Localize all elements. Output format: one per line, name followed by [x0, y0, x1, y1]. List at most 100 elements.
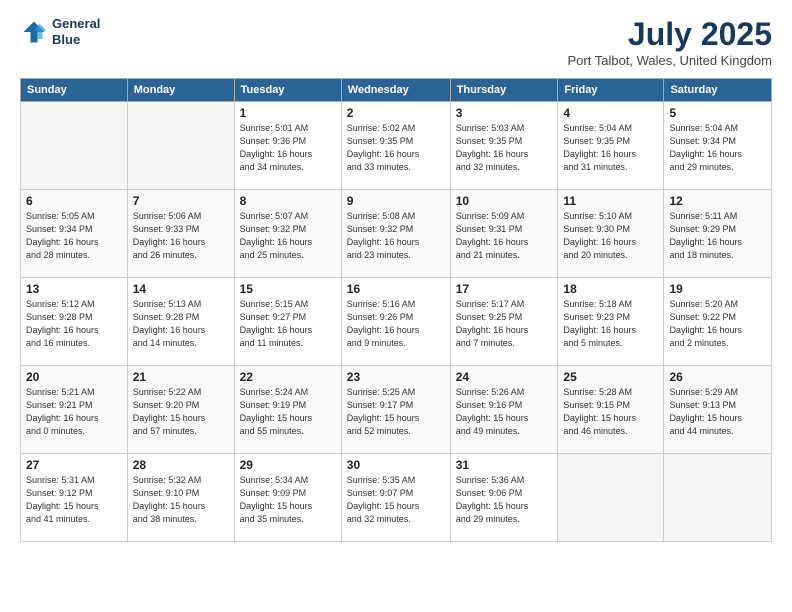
day-info: Sunrise: 5:11 AM Sunset: 9:29 PM Dayligh…	[669, 210, 766, 262]
logo-icon	[20, 18, 48, 46]
day-number: 23	[347, 370, 445, 384]
weekday-header: Thursday	[450, 79, 558, 102]
day-info: Sunrise: 5:08 AM Sunset: 9:32 PM Dayligh…	[347, 210, 445, 262]
calendar-cell: 18 Sunrise: 5:18 AM Sunset: 9:23 PM Dayli…	[558, 278, 664, 366]
weekday-header: Tuesday	[234, 79, 341, 102]
calendar-cell: 15Sunrise: 5:15 AM Sunset: 9:27 PM Dayli…	[234, 278, 341, 366]
day-info: Sunrise: 5:10 AM Sunset: 9:30 PM Dayligh…	[563, 210, 658, 262]
day-number: 19	[669, 282, 766, 296]
calendar-cell: 19 Sunrise: 5:20 AM Sunset: 9:22 PM Dayli…	[664, 278, 772, 366]
day-info: Sunrise: 5:03 AM Sunset: 9:35 PM Dayligh…	[456, 122, 553, 174]
day-info: Sunrise: 5:18 AM Sunset: 9:23 PM Dayligh…	[563, 298, 658, 350]
day-number: 24	[456, 370, 553, 384]
day-info: Sunrise: 5:06 AM Sunset: 9:33 PM Dayligh…	[133, 210, 229, 262]
calendar-cell: 26Sunrise: 5:29 AM Sunset: 9:13 PM Dayli…	[664, 366, 772, 454]
day-info: Sunrise: 5:13 AM Sunset: 9:28 PM Dayligh…	[133, 298, 229, 350]
calendar-cell: 20 Sunrise: 5:21 AM Sunset: 9:21 PM Dayli…	[21, 366, 128, 454]
day-info: Sunrise: 5:28 AM Sunset: 9:15 PM Dayligh…	[563, 386, 658, 438]
calendar-cell: 7Sunrise: 5:06 AM Sunset: 9:33 PM Daylig…	[127, 190, 234, 278]
location: Port Talbot, Wales, United Kingdom	[568, 53, 773, 68]
day-info: Sunrise: 5:24 AM Sunset: 9:19 PM Dayligh…	[240, 386, 336, 438]
calendar-cell: 11 Sunrise: 5:10 AM Sunset: 9:30 PM Dayli…	[558, 190, 664, 278]
calendar-cell: 4 Sunrise: 5:04 AM Sunset: 9:35 PM Daylig…	[558, 102, 664, 190]
day-info: Sunrise: 5:21 AM Sunset: 9:21 PM Dayligh…	[26, 386, 122, 438]
weekday-header: Wednesday	[341, 79, 450, 102]
title-block: July 2025 Port Talbot, Wales, United Kin…	[568, 16, 773, 68]
logo-text: General Blue	[52, 16, 100, 47]
day-number: 25	[563, 370, 658, 384]
day-info: Sunrise: 5:20 AM Sunset: 9:22 PM Dayligh…	[669, 298, 766, 350]
day-info: Sunrise: 5:16 AM Sunset: 9:26 PM Dayligh…	[347, 298, 445, 350]
day-info: Sunrise: 5:26 AM Sunset: 9:16 PM Dayligh…	[456, 386, 553, 438]
calendar-week-row: 6 Sunrise: 5:05 AM Sunset: 9:34 PM Daylig…	[21, 190, 772, 278]
day-info: Sunrise: 5:29 AM Sunset: 9:13 PM Dayligh…	[669, 386, 766, 438]
day-number: 11	[563, 194, 658, 208]
calendar-cell: 12 Sunrise: 5:11 AM Sunset: 9:29 PM Dayli…	[664, 190, 772, 278]
day-info: Sunrise: 5:04 AM Sunset: 9:34 PM Dayligh…	[669, 122, 766, 174]
weekday-header: Saturday	[664, 79, 772, 102]
day-number: 8	[240, 194, 336, 208]
day-number: 20	[26, 370, 122, 384]
calendar-cell: 31Sunrise: 5:36 AM Sunset: 9:06 PM Dayli…	[450, 454, 558, 542]
calendar-cell: 30 Sunrise: 5:35 AM Sunset: 9:07 PM Dayli…	[341, 454, 450, 542]
day-info: Sunrise: 5:35 AM Sunset: 9:07 PM Dayligh…	[347, 474, 445, 526]
day-number: 2	[347, 106, 445, 120]
calendar-week-row: 20 Sunrise: 5:21 AM Sunset: 9:21 PM Dayli…	[21, 366, 772, 454]
day-number: 12	[669, 194, 766, 208]
day-number: 28	[133, 458, 229, 472]
month-title: July 2025	[568, 16, 773, 53]
calendar-cell: 21 Sunrise: 5:22 AM Sunset: 9:20 PM Dayli…	[127, 366, 234, 454]
day-number: 18	[563, 282, 658, 296]
day-info: Sunrise: 5:01 AM Sunset: 9:36 PM Dayligh…	[240, 122, 336, 174]
day-number: 13	[26, 282, 122, 296]
day-info: Sunrise: 5:17 AM Sunset: 9:25 PM Dayligh…	[456, 298, 553, 350]
day-number: 5	[669, 106, 766, 120]
calendar-cell	[21, 102, 128, 190]
day-number: 3	[456, 106, 553, 120]
calendar-cell: 24 Sunrise: 5:26 AM Sunset: 9:16 PM Dayli…	[450, 366, 558, 454]
calendar-cell: 22 Sunrise: 5:24 AM Sunset: 9:19 PM Dayli…	[234, 366, 341, 454]
calendar-cell: 17 Sunrise: 5:17 AM Sunset: 9:25 PM Dayli…	[450, 278, 558, 366]
calendar-cell: 23 Sunrise: 5:25 AM Sunset: 9:17 PM Dayli…	[341, 366, 450, 454]
day-number: 17	[456, 282, 553, 296]
day-info: Sunrise: 5:32 AM Sunset: 9:10 PM Dayligh…	[133, 474, 229, 526]
calendar-cell	[127, 102, 234, 190]
weekday-header: Friday	[558, 79, 664, 102]
calendar-cell	[664, 454, 772, 542]
calendar-cell: 28 Sunrise: 5:32 AM Sunset: 9:10 PM Dayli…	[127, 454, 234, 542]
calendar-week-row: 27Sunrise: 5:31 AM Sunset: 9:12 PM Dayli…	[21, 454, 772, 542]
day-number: 21	[133, 370, 229, 384]
day-info: Sunrise: 5:12 AM Sunset: 9:28 PM Dayligh…	[26, 298, 122, 350]
page: General Blue July 2025 Port Talbot, Wale…	[0, 0, 792, 612]
weekday-header: Sunday	[21, 79, 128, 102]
day-number: 14	[133, 282, 229, 296]
calendar-cell: 6 Sunrise: 5:05 AM Sunset: 9:34 PM Daylig…	[21, 190, 128, 278]
day-number: 10	[456, 194, 553, 208]
day-number: 22	[240, 370, 336, 384]
day-number: 6	[26, 194, 122, 208]
calendar-cell: 16Sunrise: 5:16 AM Sunset: 9:26 PM Dayli…	[341, 278, 450, 366]
calendar-cell: 5 Sunrise: 5:04 AM Sunset: 9:34 PM Daylig…	[664, 102, 772, 190]
day-info: Sunrise: 5:09 AM Sunset: 9:31 PM Dayligh…	[456, 210, 553, 262]
calendar-cell: 10 Sunrise: 5:09 AM Sunset: 9:31 PM Dayli…	[450, 190, 558, 278]
calendar-cell: 8Sunrise: 5:07 AM Sunset: 9:32 PM Daylig…	[234, 190, 341, 278]
day-info: Sunrise: 5:05 AM Sunset: 9:34 PM Dayligh…	[26, 210, 122, 262]
calendar-cell	[558, 454, 664, 542]
day-info: Sunrise: 5:22 AM Sunset: 9:20 PM Dayligh…	[133, 386, 229, 438]
day-info: Sunrise: 5:34 AM Sunset: 9:09 PM Dayligh…	[240, 474, 336, 526]
calendar-cell: 25 Sunrise: 5:28 AM Sunset: 9:15 PM Dayli…	[558, 366, 664, 454]
day-number: 30	[347, 458, 445, 472]
header: General Blue July 2025 Port Talbot, Wale…	[20, 16, 772, 68]
day-number: 4	[563, 106, 658, 120]
calendar-cell: 3 Sunrise: 5:03 AM Sunset: 9:35 PM Daylig…	[450, 102, 558, 190]
logo: General Blue	[20, 16, 100, 47]
calendar-cell: 27Sunrise: 5:31 AM Sunset: 9:12 PM Dayli…	[21, 454, 128, 542]
day-number: 15	[240, 282, 336, 296]
weekday-header: Monday	[127, 79, 234, 102]
calendar-cell: 2Sunrise: 5:02 AM Sunset: 9:35 PM Daylig…	[341, 102, 450, 190]
calendar-cell: 13 Sunrise: 5:12 AM Sunset: 9:28 PM Dayli…	[21, 278, 128, 366]
day-info: Sunrise: 5:36 AM Sunset: 9:06 PM Dayligh…	[456, 474, 553, 526]
day-info: Sunrise: 5:04 AM Sunset: 9:35 PM Dayligh…	[563, 122, 658, 174]
calendar-cell: 14 Sunrise: 5:13 AM Sunset: 9:28 PM Dayli…	[127, 278, 234, 366]
day-info: Sunrise: 5:25 AM Sunset: 9:17 PM Dayligh…	[347, 386, 445, 438]
